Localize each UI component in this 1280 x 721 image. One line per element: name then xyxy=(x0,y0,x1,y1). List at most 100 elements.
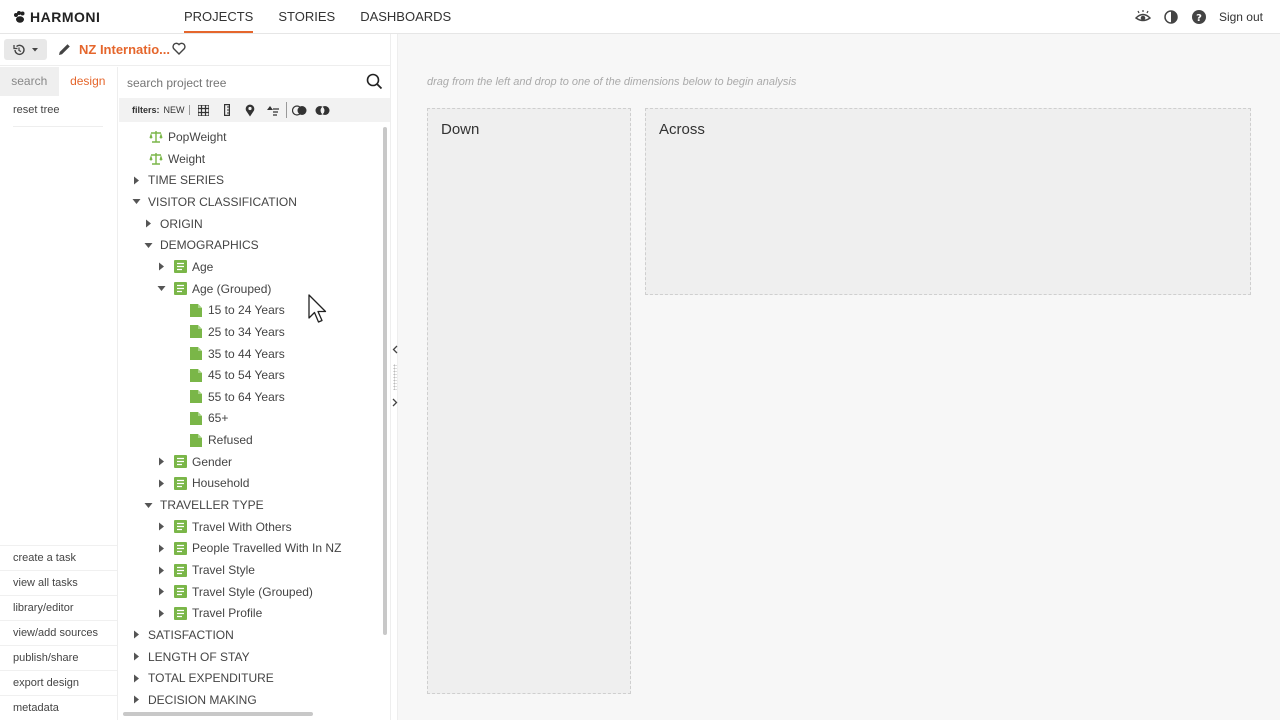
caret-right-icon[interactable] xyxy=(155,586,167,598)
intersect-filter-icon[interactable] xyxy=(313,102,333,118)
caret-right-icon[interactable] xyxy=(130,694,142,706)
caret-right-icon[interactable] xyxy=(130,651,142,663)
create-task-link[interactable]: create a task xyxy=(0,545,117,570)
export-design-link[interactable]: export design xyxy=(0,670,117,695)
tree-node-label: 45 to 54 Years xyxy=(208,368,285,383)
tree-node[interactable]: People Travelled With In NZ xyxy=(155,538,341,558)
sign-out-link[interactable]: Sign out xyxy=(1219,10,1263,24)
vertical-scroll-thumb[interactable] xyxy=(383,127,387,635)
analysis-canvas: drag from the left and drop to one of th… xyxy=(398,34,1280,720)
tree-node[interactable]: 25 to 34 Years xyxy=(189,322,285,342)
panel-splitter[interactable] xyxy=(390,34,398,720)
tree-node-label: 25 to 34 Years xyxy=(208,324,285,339)
tree-node[interactable]: SATISFACTION xyxy=(130,625,234,645)
caret-right-icon[interactable] xyxy=(155,564,167,576)
project-title[interactable]: NZ Internatio... xyxy=(79,42,170,57)
svg-text:?: ? xyxy=(1196,13,1202,24)
metadata-link[interactable]: metadata xyxy=(0,695,117,720)
tree-node-label: DECISION MAKING xyxy=(148,692,257,707)
caret-right-icon[interactable] xyxy=(130,629,142,641)
view-all-tasks-link[interactable]: view all tasks xyxy=(0,570,117,595)
tree-node[interactable]: Household xyxy=(155,473,249,493)
caret-right-icon[interactable] xyxy=(130,672,142,684)
variable-icon xyxy=(173,282,187,296)
caret-right-icon[interactable] xyxy=(155,521,167,533)
tree-node[interactable]: 35 to 44 Years xyxy=(189,344,285,364)
reset-tree-link[interactable]: reset tree xyxy=(13,104,103,127)
caret-right-icon[interactable] xyxy=(155,456,167,468)
tree-node-label: TRAVELLER TYPE xyxy=(160,498,264,513)
tree-node[interactable]: DEMOGRAPHICS xyxy=(142,235,259,255)
caret-right-icon[interactable] xyxy=(155,542,167,554)
search-icon[interactable] xyxy=(366,73,383,95)
tree-node-label: Travel With Others xyxy=(192,519,292,534)
project-bar: NZ Internatio... xyxy=(0,34,390,66)
edit-project-button[interactable] xyxy=(54,39,75,60)
tree-node[interactable]: VISITOR CLASSIFICATION xyxy=(130,192,297,212)
tree-node[interactable]: TRAVELLER TYPE xyxy=(142,495,264,515)
caret-right-icon[interactable] xyxy=(142,218,154,230)
tree-node[interactable]: LENGTH OF STAY xyxy=(130,647,250,667)
caret-right-icon[interactable] xyxy=(155,607,167,619)
tree-node-label: Travel Style (Grouped) xyxy=(192,584,313,599)
variable-icon xyxy=(173,585,187,599)
down-dropzone[interactable]: Down xyxy=(427,108,631,694)
tree-node[interactable]: Travel Profile xyxy=(155,603,262,623)
filter-new[interactable]: NEW xyxy=(164,105,190,115)
publish-share-link[interactable]: publish/share xyxy=(0,645,117,670)
chevron-down-icon xyxy=(32,47,38,51)
nav-projects[interactable]: PROJECTS xyxy=(184,0,254,34)
tree-node[interactable]: DECISION MAKING xyxy=(130,690,257,710)
tree-node[interactable]: ORIGIN xyxy=(142,214,203,234)
tab-search[interactable]: search xyxy=(0,67,59,96)
map-pin-icon[interactable] xyxy=(240,102,260,118)
tree-node[interactable]: Travel With Others xyxy=(155,517,292,537)
tree-node[interactable]: Age xyxy=(155,257,213,277)
caret-right-icon[interactable] xyxy=(130,174,142,186)
left-rail: search design reset tree create a task v… xyxy=(0,67,118,720)
across-dropzone[interactable]: Across xyxy=(645,108,1251,295)
tab-design[interactable]: design xyxy=(59,67,118,96)
nav-dashboards[interactable]: DASHBOARDS xyxy=(360,0,451,34)
tree-node[interactable]: Travel Style xyxy=(155,560,255,580)
tree-search-input[interactable] xyxy=(127,71,357,94)
tree-node[interactable]: 15 to 24 Years xyxy=(189,300,285,320)
eye-icon[interactable] xyxy=(1134,9,1151,25)
library-editor-link[interactable]: library/editor xyxy=(0,595,117,620)
ruler-filter-icon[interactable] xyxy=(217,102,237,118)
tree-node[interactable]: Travel Style (Grouped) xyxy=(155,582,313,602)
tree-node[interactable]: PopWeight xyxy=(149,127,226,147)
tree-node[interactable]: Age (Grouped) xyxy=(155,279,271,299)
tree-search xyxy=(119,67,390,98)
tree-node[interactable]: TOTAL EXPENDITURE xyxy=(130,668,274,688)
harmoni-logo[interactable]: HARMONI xyxy=(13,9,100,25)
caret-down-icon[interactable] xyxy=(155,283,167,295)
caret-right-icon[interactable] xyxy=(155,261,167,273)
grid-filter-icon[interactable] xyxy=(194,102,214,118)
history-dropdown-button[interactable] xyxy=(4,39,47,60)
tree-node[interactable]: TIME SERIES xyxy=(130,170,224,190)
tree-node[interactable]: 65+ xyxy=(189,408,228,428)
tree-node[interactable]: 55 to 64 Years xyxy=(189,387,285,407)
tree-vertical-scrollbar[interactable] xyxy=(383,125,388,705)
tree-node[interactable]: Gender xyxy=(155,452,232,472)
across-label: Across xyxy=(659,121,705,138)
help-icon[interactable]: ? xyxy=(1191,9,1207,25)
view-add-sources-link[interactable]: view/add sources xyxy=(0,620,117,645)
caret-down-icon[interactable] xyxy=(130,196,142,208)
horizontal-scroll-thumb[interactable] xyxy=(123,712,313,716)
tree-node[interactable]: Refused xyxy=(189,430,253,450)
favorite-heart-icon[interactable] xyxy=(172,42,186,60)
tree-horizontal-scrollbar[interactable] xyxy=(119,711,381,717)
contrast-icon[interactable] xyxy=(1163,9,1179,25)
overlap-filter-icon[interactable] xyxy=(290,102,310,118)
splitter-grip[interactable] xyxy=(393,364,397,390)
history-icon xyxy=(13,44,25,55)
caret-right-icon[interactable] xyxy=(155,477,167,489)
tree-node[interactable]: 45 to 54 Years xyxy=(189,365,285,385)
tree-node[interactable]: Weight xyxy=(149,149,205,169)
caret-down-icon[interactable] xyxy=(142,499,154,511)
sort-filter-icon[interactable] xyxy=(263,102,283,118)
nav-stories[interactable]: STORIES xyxy=(278,0,335,34)
caret-down-icon[interactable] xyxy=(142,239,154,251)
